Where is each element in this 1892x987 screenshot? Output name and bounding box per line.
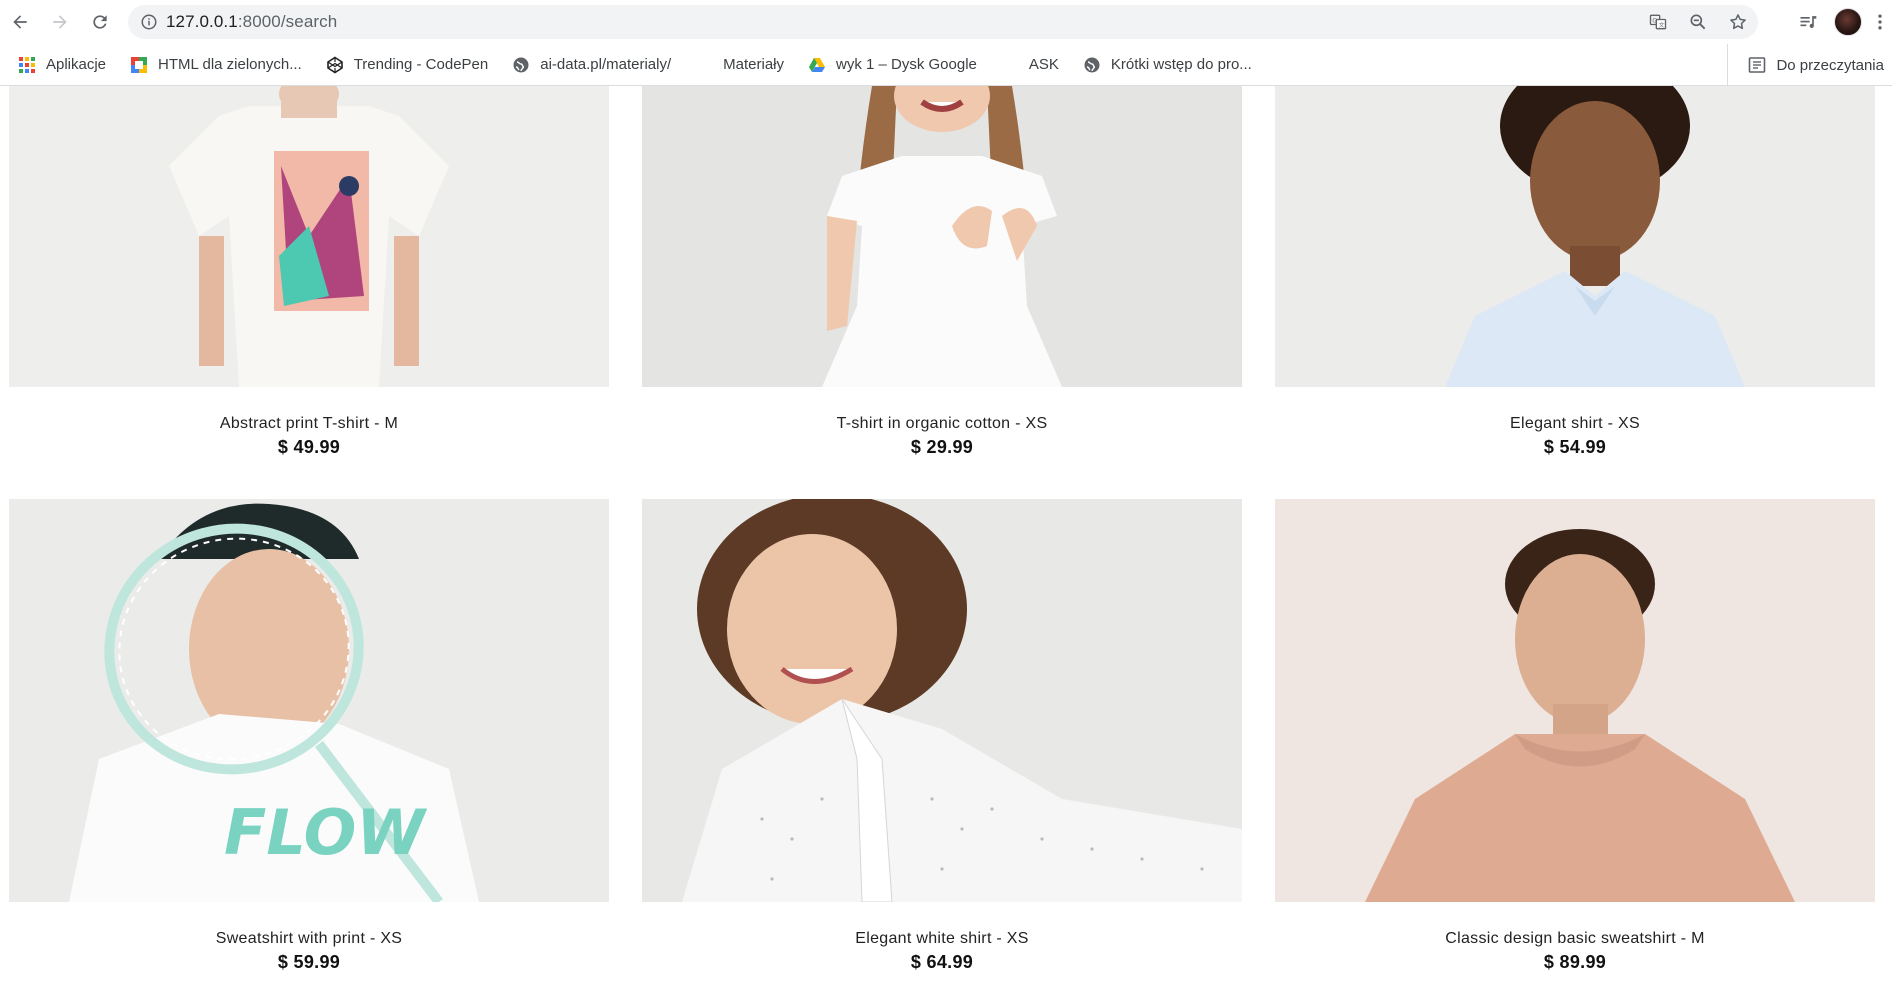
reading-list-button[interactable]: Do przeczytania <box>1740 50 1892 80</box>
product-name[interactable]: Classic design basic sweatshirt - M <box>1275 930 1875 948</box>
search-results-page: Abstract print T-shirt - M $ 49.99 T-shi… <box>0 86 1892 987</box>
browser-toolbar: 127.0.0.1:8000/search G文 <box>0 0 1892 44</box>
globe-icon <box>1083 56 1101 74</box>
media-control-icon[interactable] <box>1788 0 1828 44</box>
menu-icon[interactable] <box>1868 0 1892 44</box>
bookmark-label: HTML dla zielonych... <box>158 56 302 73</box>
reading-list-icon <box>1748 56 1766 74</box>
product-price: $ 54.99 <box>1543 437 1607 457</box>
bookmark-ask[interactable]: ASK <box>993 50 1067 80</box>
product-image[interactable] <box>642 499 1242 902</box>
bookmark-label: ASK <box>1028 56 1059 73</box>
product-price: $ 49.99 <box>277 437 341 457</box>
zoom-out-icon[interactable] <box>1678 5 1718 39</box>
bookmark-label: wyk 1 – Dysk Google <box>836 56 977 73</box>
reading-list-label: Do przeczytania <box>1776 56 1884 74</box>
product-name[interactable]: T-shirt in organic cotton - XS <box>642 415 1242 433</box>
site-info-icon[interactable] <box>132 13 166 31</box>
product-image[interactable] <box>642 86 1242 387</box>
profile-avatar[interactable] <box>1828 0 1868 44</box>
bookmark-label: Krótki wstęp do pro... <box>1110 56 1252 73</box>
back-button[interactable] <box>0 0 40 44</box>
product-image[interactable]: FLOW <box>9 499 609 902</box>
svg-text:G: G <box>1652 18 1657 24</box>
codepen-icon <box>326 56 344 74</box>
google-drive-icon <box>808 56 826 74</box>
bookmarks-bar: Aplikacje HTML dla zielonych... Trending… <box>0 44 1892 86</box>
product-name[interactable]: Elegant white shirt - XS <box>642 930 1242 948</box>
apps-grid-icon <box>18 56 36 74</box>
product-image[interactable] <box>1275 86 1875 387</box>
product-name[interactable]: Abstract print T-shirt - M <box>9 415 609 433</box>
url-host: 127.0.0.1 <box>166 12 238 31</box>
product-image[interactable] <box>9 86 609 387</box>
bookmark-label: Materiały <box>723 56 784 73</box>
bookmark-apps[interactable]: Aplikacje <box>10 50 114 80</box>
bookmark-materialy[interactable]: Materiały <box>687 50 792 80</box>
product-card[interactable]: Elegant white shirt - XS $ 64.99 <box>642 499 1242 973</box>
bookmark-star-icon[interactable] <box>1718 5 1758 39</box>
product-image[interactable] <box>1275 499 1875 902</box>
product-card[interactable]: FLOW Sweatshirt with print - XS $ 59.99 <box>9 499 609 973</box>
product-card[interactable]: Elegant shirt - XS $ 54.99 <box>1275 86 1875 458</box>
blank-icon <box>695 56 713 74</box>
address-bar[interactable]: 127.0.0.1:8000/search G文 <box>128 5 1758 39</box>
product-name[interactable]: Elegant shirt - XS <box>1275 415 1875 433</box>
bookmark-krotki-wstep[interactable]: Krótki wstęp do pro... <box>1075 50 1260 80</box>
reload-button[interactable] <box>80 0 120 44</box>
url-text[interactable]: 127.0.0.1:8000/search <box>166 12 337 32</box>
bookmark-dysk-google[interactable]: wyk 1 – Dysk Google <box>800 50 985 80</box>
avatar <box>1834 8 1862 36</box>
product-price: $ 29.99 <box>910 437 974 457</box>
url-path: :8000/search <box>237 12 338 31</box>
product-name[interactable]: Sweatshirt with print - XS <box>9 930 609 948</box>
bookmark-codepen[interactable]: Trending - CodePen <box>318 50 497 80</box>
bookmark-label: Aplikacje <box>46 56 107 73</box>
forward-button[interactable] <box>40 0 80 44</box>
product-card[interactable]: T-shirt in organic cotton - XS $ 29.99 <box>642 86 1242 458</box>
bookmark-label: Trending - CodePen <box>353 56 489 73</box>
forward-arrow-icon <box>53 15 67 29</box>
product-price: $ 89.99 <box>1543 952 1607 972</box>
back-arrow-icon <box>13 15 27 29</box>
translate-icon[interactable]: G文 <box>1638 5 1678 39</box>
print-text: FLOW <box>224 796 427 869</box>
svg-text:文: 文 <box>1659 21 1665 29</box>
product-card[interactable]: Classic design basic sweatshirt - M $ 89… <box>1275 499 1875 973</box>
bookmark-label: ai-data.pl/materialy/ <box>540 56 672 73</box>
bookmark-ai-data[interactable]: ai-data.pl/materialy/ <box>504 50 679 80</box>
bookmark-html-dla-zielonych[interactable]: HTML dla zielonych... <box>122 50 310 80</box>
product-card[interactable]: Abstract print T-shirt - M $ 49.99 <box>9 86 609 458</box>
reload-icon <box>93 15 107 29</box>
globe-icon <box>512 56 530 74</box>
product-price: $ 59.99 <box>277 952 341 972</box>
product-price: $ 64.99 <box>910 952 974 972</box>
site-favicon-icon <box>130 56 148 74</box>
blank-icon <box>1001 56 1019 74</box>
